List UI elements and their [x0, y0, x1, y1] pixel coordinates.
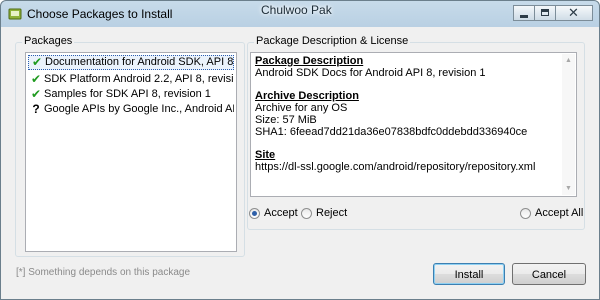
site-url: https://dl-ssl.google.com/android/reposi…	[255, 161, 536, 173]
minimize-icon	[520, 15, 528, 18]
check-icon: ✔	[31, 55, 43, 69]
window-title: Choose Packages to Install	[27, 7, 173, 21]
radio-unchecked-icon	[520, 207, 531, 219]
title-watermark: Chulwoo Pak	[261, 3, 332, 17]
accept-radio[interactable]: Accept	[249, 207, 298, 219]
close-button[interactable]: ✕	[555, 5, 593, 21]
archive-sha1-text: SHA1: 6feead7dd21da36e07838bdfc0ddebdd33…	[255, 126, 528, 138]
package-description-box[interactable]: Package Description Android SDK Docs for…	[250, 52, 577, 197]
package-label: Documentation for Android SDK, API 8, r.…	[45, 56, 234, 68]
package-item-sdk-platform[interactable]: ✔ SDK Platform Android 2.2, API 8, revis…	[28, 72, 234, 87]
maximize-button[interactable]	[534, 5, 556, 21]
radio-unchecked-icon	[301, 207, 312, 219]
reject-radio-label: Reject	[316, 207, 348, 219]
accept-all-radio[interactable]: Accept All	[520, 207, 583, 219]
package-label: Samples for SDK API 8, revision 1	[44, 88, 211, 100]
question-icon: ?	[32, 102, 40, 116]
title-bar[interactable]: Choose Packages to Install Chulwoo Pak ✕	[1, 1, 599, 27]
choose-packages-window: Choose Packages to Install Chulwoo Pak ✕…	[0, 0, 600, 300]
reject-radio[interactable]: Reject	[301, 207, 347, 219]
packages-group-label: Packages	[22, 35, 75, 47]
scroll-down-arrow-icon[interactable]: ▼	[562, 182, 575, 195]
dependency-note: [*] Something depends on this package	[16, 267, 191, 278]
description-group-label: Package Description & License	[254, 35, 411, 47]
window-controls: ✕	[513, 5, 593, 21]
android-sdk-app-icon	[8, 8, 22, 20]
scroll-up-arrow-icon[interactable]: ▲	[562, 54, 575, 67]
archive-description-heading: Archive Description	[255, 90, 359, 102]
accept-all-radio-label: Accept All	[535, 207, 584, 219]
package-label: Google APIs by Google Inc., Android API …	[44, 103, 234, 115]
install-button[interactable]: Install	[433, 263, 505, 285]
package-description-text: Android SDK Docs for Android API 8, revi…	[255, 67, 486, 79]
description-scrollbar[interactable]: ▲ ▼	[562, 54, 575, 195]
archive-os-text: Archive for any OS	[255, 102, 348, 114]
check-icon: ✔	[30, 72, 42, 86]
archive-size-text: Size: 57 MiB	[255, 114, 317, 126]
radio-checked-icon	[249, 207, 260, 219]
maximize-icon	[541, 9, 549, 16]
close-icon: ✕	[568, 5, 579, 20]
package-item-documentation[interactable]: ✔ Documentation for Android SDK, API 8, …	[28, 55, 234, 70]
package-label: SDK Platform Android 2.2, API 8, revisio…	[44, 73, 234, 85]
accept-radio-label: Accept	[264, 207, 298, 219]
cancel-button[interactable]: Cancel	[512, 263, 586, 285]
package-item-google-apis[interactable]: ? Google APIs by Google Inc., Android AP…	[28, 102, 234, 117]
package-description-heading: Package Description	[255, 55, 364, 67]
minimize-button[interactable]	[513, 5, 535, 21]
site-heading: Site	[255, 149, 276, 161]
package-item-samples[interactable]: ✔ Samples for SDK API 8, revision 1	[28, 87, 234, 102]
packages-list[interactable]: ✔ Documentation for Android SDK, API 8, …	[25, 52, 237, 252]
check-icon: ✔	[30, 87, 42, 101]
